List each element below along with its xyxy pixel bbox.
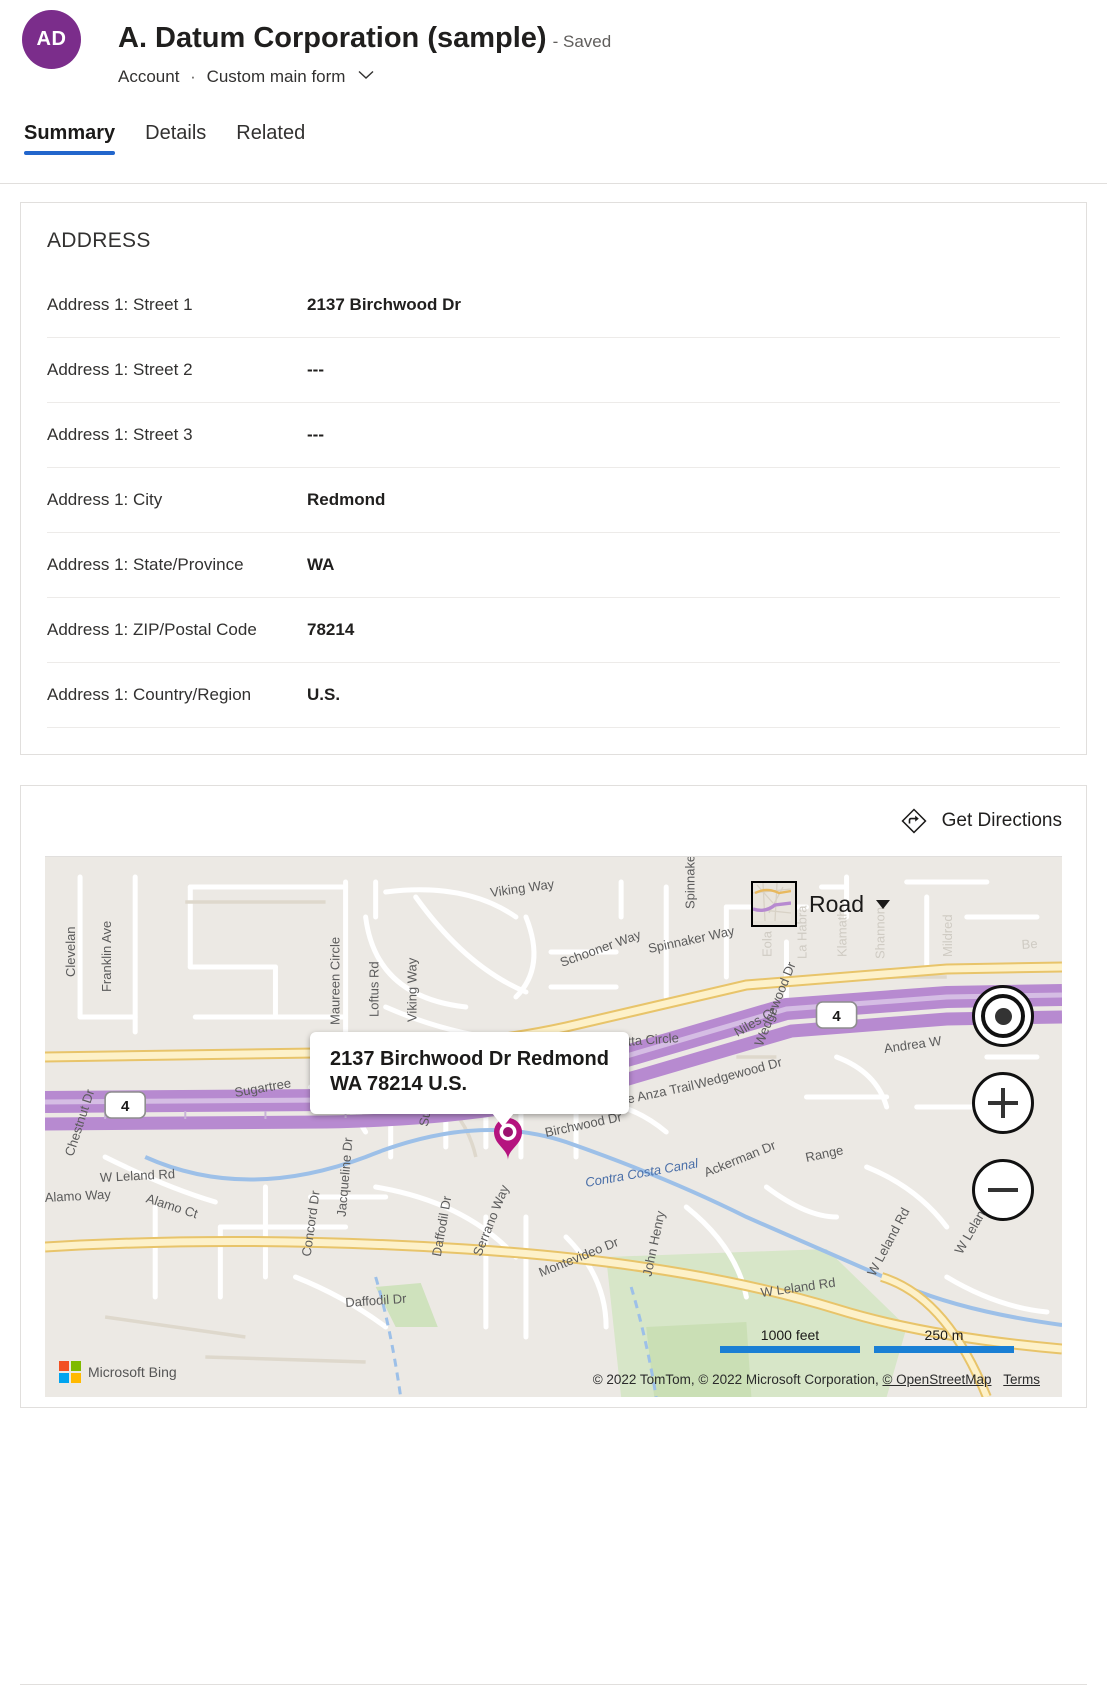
field-row-city: Address 1: City Redmond (47, 468, 1060, 533)
scale-imperial-bar (720, 1346, 860, 1353)
account-form-page: AD A. Datum Corporation (sample)- Saved … (0, 0, 1107, 1685)
map-thumbnail-icon (751, 881, 797, 927)
avatar-initials: AD (37, 28, 67, 51)
record-header: AD A. Datum Corporation (sample)- Saved … (0, 0, 1107, 104)
map-scale: 1000 feet 250 m (720, 1327, 1014, 1353)
zoom-out-button[interactable] (972, 1159, 1034, 1221)
field-value[interactable]: 2137 Birchwood Dr (307, 295, 461, 315)
highway-shield: 4 (817, 1002, 857, 1028)
map-label: Eola (759, 930, 774, 957)
map-viewport[interactable]: Clevelan Franklin Ave Maureen Circle Lof… (45, 856, 1062, 1397)
scale-metric-label: 250 m (874, 1327, 1014, 1343)
tab-summary-label: Summary (24, 122, 115, 144)
plus-icon (988, 1088, 1018, 1118)
save-status: - Saved (553, 32, 612, 51)
field-label: Address 1: ZIP/Postal Code (47, 618, 307, 643)
map-attribution: © 2022 TomTom, © 2022 Microsoft Corporat… (593, 1372, 1040, 1387)
field-label: Address 1: Country/Region (47, 683, 307, 708)
infobox-line-1: 2137 Birchwood Dr Redmond (330, 1047, 609, 1072)
address-card: ADDRESS Address 1: Street 1 2137 Birchwo… (20, 202, 1087, 755)
locate-button[interactable] (972, 985, 1034, 1047)
breadcrumb-separator: · (190, 67, 196, 86)
minus-icon (988, 1175, 1018, 1205)
map-infobox[interactable]: 2137 Birchwood Dr Redmond WA 78214 U.S. (310, 1032, 629, 1114)
form-tabs: Summary Details Related (0, 104, 1107, 184)
terms-link[interactable]: Terms (1003, 1372, 1040, 1387)
map-canvas[interactable]: Clevelan Franklin Ave Maureen Circle Lof… (45, 857, 1062, 1397)
map-card: Get Directions (20, 785, 1087, 1408)
field-label: Address 1: City (47, 488, 307, 513)
directions-diamond-icon (900, 807, 928, 835)
field-row-state: Address 1: State/Province WA (47, 533, 1060, 598)
infobox-line-2: WA 78214 U.S. (330, 1072, 609, 1097)
tab-related[interactable]: Related (236, 122, 305, 161)
map-label: Mildred (940, 914, 955, 957)
map-style-picker[interactable]: Road (751, 881, 890, 927)
field-value[interactable]: U.S. (307, 685, 340, 705)
get-directions-button[interactable]: Get Directions (900, 807, 1062, 835)
avatar: AD (22, 10, 81, 69)
locate-target-icon (981, 994, 1025, 1038)
map-label: Be (1021, 936, 1038, 952)
page-title: A. Datum Corporation (sample) (118, 22, 547, 54)
field-row-zip: Address 1: ZIP/Postal Code 78214 (47, 598, 1060, 663)
bing-logo-text: Microsoft Bing (88, 1364, 177, 1380)
get-directions-label: Get Directions (942, 810, 1062, 832)
map-toolbar: Get Directions (21, 786, 1086, 856)
microsoft-logo-icon (59, 1361, 81, 1383)
field-label: Address 1: Street 3 (47, 423, 307, 448)
section-title-address: ADDRESS (21, 203, 1086, 253)
scale-imperial-label: 1000 feet (720, 1327, 860, 1343)
field-row-country: Address 1: Country/Region U.S. (47, 663, 1060, 728)
map-label: Loftus Rd (367, 961, 382, 1017)
field-row-street3: Address 1: Street 3 --- (47, 403, 1060, 468)
map-label: Spinnaker Way (682, 857, 697, 909)
field-value[interactable]: --- (307, 360, 324, 380)
highway-shield: 4 (105, 1092, 145, 1118)
field-value[interactable]: --- (307, 425, 324, 445)
attribution-text: © 2022 TomTom, © 2022 Microsoft Corporat… (593, 1372, 883, 1387)
chevron-down-icon[interactable] (358, 70, 374, 80)
field-label: Address 1: State/Province (47, 553, 307, 578)
tab-details-label: Details (145, 122, 206, 144)
field-label: Address 1: Street 1 (47, 293, 307, 318)
map-label: Clevelan (63, 926, 78, 977)
microsoft-bing-logo[interactable]: Microsoft Bing (59, 1361, 177, 1383)
title-line: A. Datum Corporation (sample) - Saved (118, 18, 1107, 53)
svg-text:4: 4 (121, 1098, 130, 1115)
address-fields: Address 1: Street 1 2137 Birchwood Dr Ad… (21, 253, 1086, 754)
openstreetmap-link[interactable]: © OpenStreetMap (882, 1372, 991, 1387)
field-label: Address 1: Street 2 (47, 358, 307, 383)
scale-imperial: 1000 feet (720, 1327, 860, 1353)
tab-details[interactable]: Details (145, 122, 206, 161)
tab-summary[interactable]: Summary (24, 122, 115, 161)
map-label: Maureen Circle (328, 937, 343, 1025)
map-tiles: Clevelan Franklin Ave Maureen Circle Lof… (45, 857, 1062, 1397)
map-label: Franklin Ave (99, 921, 114, 992)
field-value[interactable]: WA (307, 555, 334, 575)
map-label: Viking Way (405, 957, 420, 1022)
zoom-in-button[interactable] (972, 1072, 1034, 1134)
entity-name: Account (118, 67, 179, 86)
field-value[interactable]: 78214 (307, 620, 354, 640)
field-row-street2: Address 1: Street 2 --- (47, 338, 1060, 403)
breadcrumb: Account · Custom main form (118, 67, 1107, 87)
svg-text:4: 4 (832, 1008, 841, 1025)
field-row-street1: Address 1: Street 1 2137 Birchwood Dr (47, 273, 1060, 338)
form-selector-label[interactable]: Custom main form (207, 67, 346, 86)
scale-metric: 250 m (874, 1327, 1014, 1353)
tab-related-label: Related (236, 122, 305, 144)
scale-metric-bar (874, 1346, 1014, 1353)
map-style-label: Road (809, 891, 864, 918)
field-value[interactable]: Redmond (307, 490, 385, 510)
caret-down-icon[interactable] (876, 900, 890, 909)
